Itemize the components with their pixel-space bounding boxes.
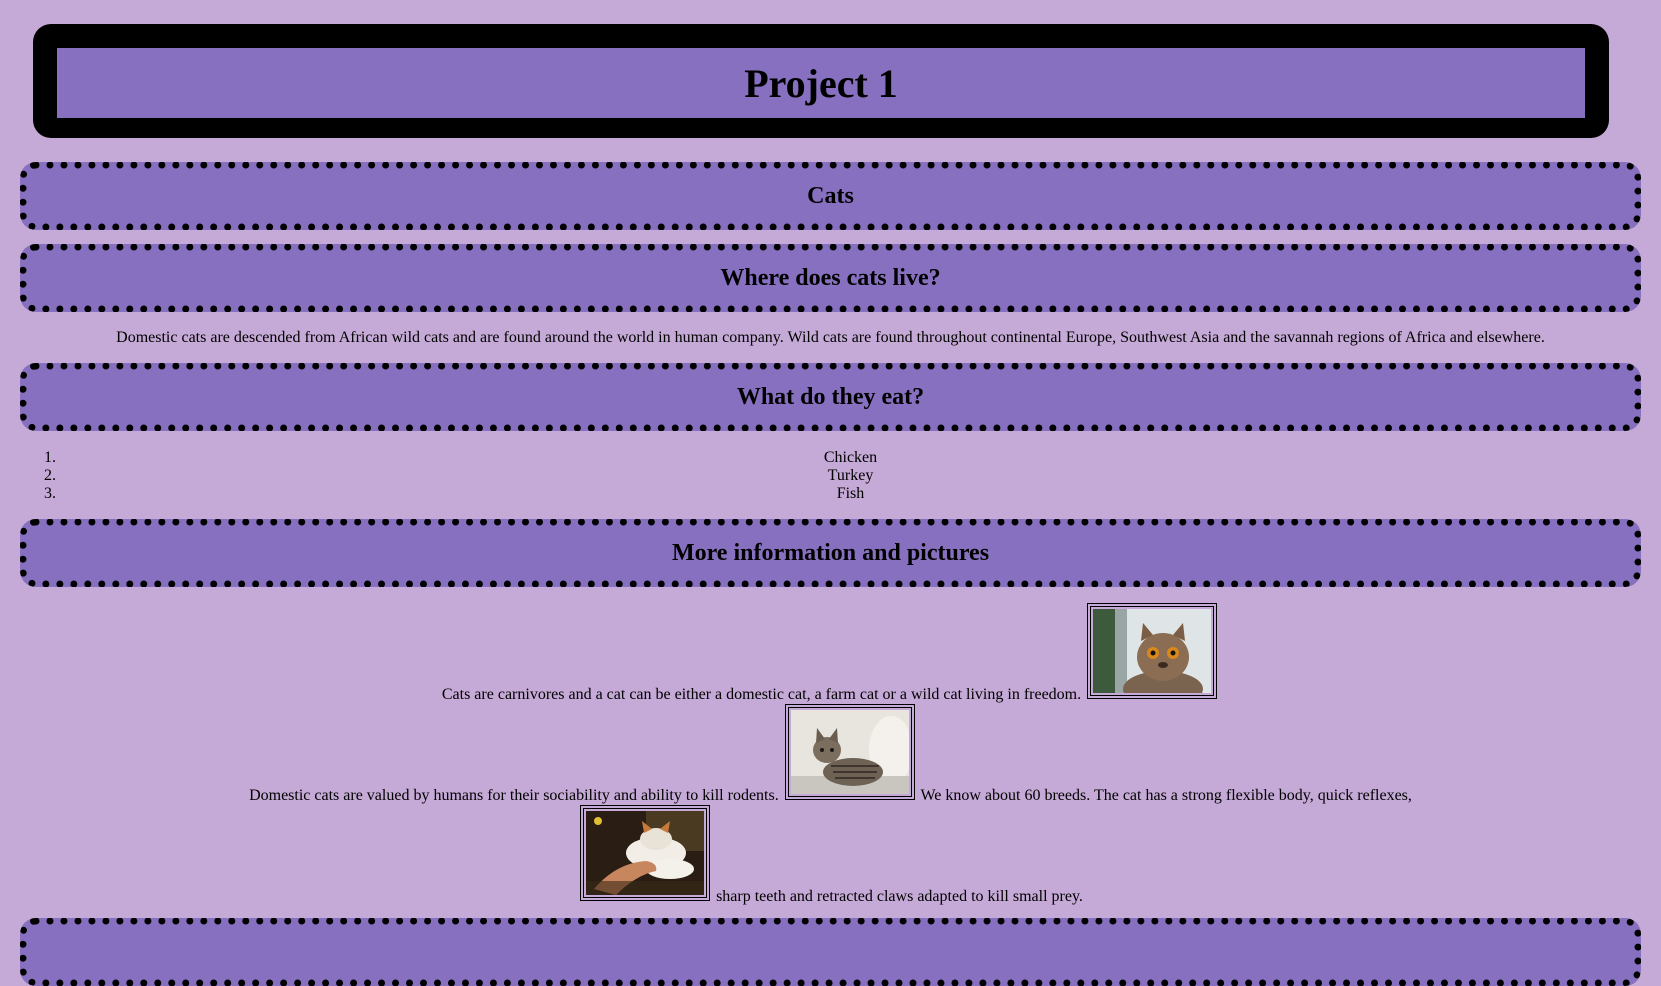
info-text-3: sharp teeth and retracted claws adapted …	[716, 888, 1083, 905]
cat-photo-exotic-image	[1093, 609, 1212, 693]
section-heading-where: Where does cats live?	[20, 244, 1641, 312]
heading-more: More information and pictures	[671, 539, 990, 566]
title-banner: Project 1	[57, 48, 1585, 118]
cat-photo-hand-image	[586, 811, 705, 895]
food-list: Chicken Turkey Fish	[20, 449, 1641, 503]
section-heading-eat: What do they eat?	[20, 363, 1641, 431]
list-item: Fish	[60, 485, 1641, 503]
heading-cats: Cats	[807, 182, 854, 209]
info-text-2a: Domestic cats are valued by humans for t…	[249, 787, 779, 804]
page-title: Project 1	[744, 60, 898, 106]
section-heading-cats: Cats	[20, 162, 1641, 230]
heading-eat: What do they eat?	[736, 383, 925, 410]
title-frame: Project 1	[33, 24, 1609, 138]
where-paragraph: Domestic cats are descended from African…	[116, 329, 1545, 346]
heading-where: Where does cats live?	[720, 264, 941, 291]
info-line-1: Cats are carnivores and a cat can be eit…	[20, 603, 1641, 704]
info-text-1: Cats are carnivores and a cat can be eit…	[441, 686, 1082, 703]
list-item: Chicken	[60, 449, 1641, 467]
info-text-2b: We know about 60 breeds. The cat has a s…	[920, 787, 1412, 804]
list-item: Turkey	[60, 467, 1641, 485]
cat-photo-hand	[580, 805, 711, 901]
section-heading-more: More information and pictures	[20, 519, 1641, 587]
cat-photo-tabby	[784, 704, 915, 800]
cat-photo-exotic	[1087, 603, 1218, 699]
section-heading-partial	[20, 918, 1641, 986]
info-line-2: Domestic cats are valued by humans for t…	[20, 704, 1641, 805]
cat-photo-tabby-image	[790, 710, 909, 794]
info-block: Cats are carnivores and a cat can be eit…	[20, 603, 1641, 906]
page: Project 1 Cats Where does cats live? Dom…	[0, 0, 1661, 906]
info-line-3: sharp teeth and retracted claws adapted …	[20, 805, 1641, 906]
